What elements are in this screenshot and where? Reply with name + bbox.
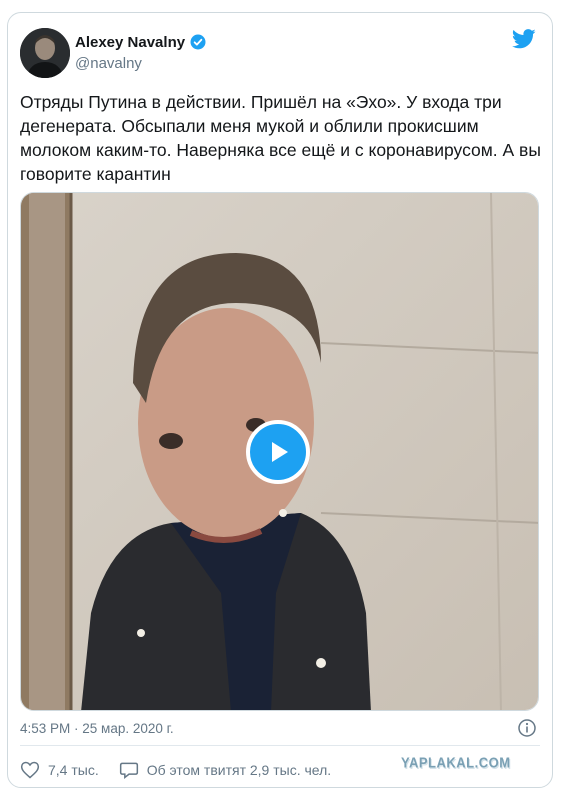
tweet-text: Отряды Путина в действии. Пришёл на «Эхо… xyxy=(20,92,541,184)
conversation-button[interactable]: Об этом твитят 2,9 тыс. чел. xyxy=(119,760,331,780)
avatar[interactable] xyxy=(20,28,70,78)
like-button[interactable]: 7,4 тыс. xyxy=(20,760,99,780)
author-name-row[interactable]: Alexey Navalny xyxy=(75,33,207,51)
play-icon xyxy=(272,442,288,462)
tweet-card: Alexey Navalny @navalny Отряды Путина в … xyxy=(7,12,553,788)
info-icon[interactable] xyxy=(517,718,537,738)
talking-count: Об этом твитят 2,9 тыс. чел. xyxy=(146,762,332,778)
play-button[interactable] xyxy=(246,420,310,484)
avatar-image xyxy=(20,28,70,78)
author-handle[interactable]: @navalny xyxy=(75,55,142,72)
tweet-timestamp[interactable]: 4:53 PM · 25 мар. 2020 г. xyxy=(20,721,174,736)
twitter-bird-icon[interactable] xyxy=(512,29,536,49)
divider xyxy=(20,745,540,746)
verified-badge-icon xyxy=(190,34,206,50)
comment-icon xyxy=(119,762,138,780)
author-name[interactable]: Alexey Navalny xyxy=(75,34,185,51)
like-count: 7,4 тыс. xyxy=(48,762,99,778)
watermark: YAPLAKAL.COM xyxy=(401,753,511,772)
heart-icon xyxy=(20,761,40,779)
action-bar: 7,4 тыс. Об этом твитят 2,9 тыс. чел. xyxy=(20,760,331,780)
video-player[interactable] xyxy=(20,192,539,711)
